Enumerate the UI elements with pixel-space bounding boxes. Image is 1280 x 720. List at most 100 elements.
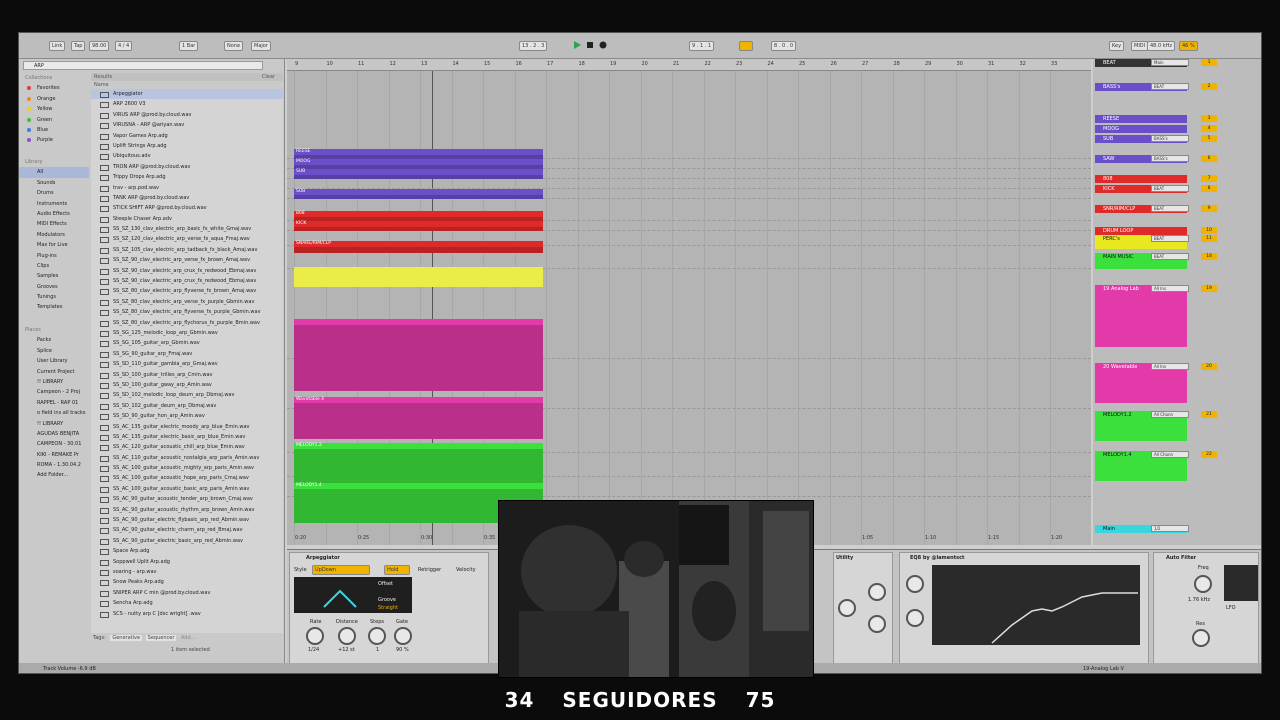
track-number[interactable]: 8 — [1201, 185, 1217, 192]
library-item[interactable]: Max for Live — [19, 240, 89, 250]
result-item[interactable]: Vapor Games Arp.adg — [91, 131, 283, 141]
width-knob[interactable] — [838, 599, 856, 617]
balance-knob[interactable] — [868, 615, 886, 633]
arrangement-clip[interactable]: Wavetable 4 — [294, 397, 543, 439]
result-item[interactable]: SS_SZ_80_clav_electric_arp_flyverse_fx_b… — [91, 286, 283, 296]
result-item[interactable]: Space Arp.adg — [91, 546, 283, 556]
rate-knob[interactable] — [306, 627, 324, 645]
track-number[interactable]: 18 — [1201, 253, 1217, 260]
track-io-select[interactable]: BASS's — [1151, 155, 1189, 162]
arrangement-clip[interactable]: MELODY1.2 — [294, 443, 543, 483]
tap-button[interactable]: Tap — [71, 41, 86, 51]
library-item[interactable]: Drums — [19, 188, 89, 198]
status-selected-track[interactable]: 19-Analog Lab V — [1083, 663, 1124, 673]
library-item[interactable]: Tunings — [19, 292, 89, 302]
track-number[interactable]: 11 — [1201, 235, 1217, 242]
track-number[interactable]: 2 — [1201, 83, 1217, 90]
key-select[interactable]: None — [224, 41, 244, 51]
arrangement-clip[interactable]: MOOG — [294, 159, 543, 169]
link-button[interactable]: Link — [49, 41, 66, 51]
arrangement-clip[interactable]: SUB — [294, 169, 543, 179]
library-item[interactable]: Samples — [19, 271, 89, 281]
arrangement-clip[interactable]: SUB — [294, 189, 543, 199]
track-io-select[interactable]: Main — [1151, 59, 1189, 66]
beat-ruler[interactable]: 9 10 11 12 13 14 15 16 17 18 19 20 21 22 23 24 25 26 27 28 2… — [287, 59, 1091, 71]
track-number[interactable]: 9 — [1201, 205, 1217, 212]
scale-select[interactable]: Major — [251, 41, 271, 51]
collection-item[interactable]: Orange — [19, 94, 89, 104]
track-header-drum-loop[interactable]: DRUM LOOP — [1095, 227, 1187, 235]
result-item[interactable]: VIRUSNA - ARP @ariyan.wav — [91, 120, 283, 130]
library-item[interactable]: Templates — [19, 302, 89, 312]
result-item[interactable]: SS_SG_125_melodic_loop_arp_Gbmin.wav — [91, 328, 283, 338]
track-io-select[interactable]: BEAT — [1151, 185, 1189, 192]
result-item[interactable]: SS_SG_90_guitar_arp_Fmaj.wav — [91, 349, 283, 359]
result-item[interactable]: soaring - arp.wav — [91, 567, 283, 577]
track-io-select[interactable]: BEAT — [1151, 253, 1189, 260]
places-item[interactable]: KIKI - REMAKE Pr — [19, 450, 89, 460]
clear-button[interactable]: Clear — [262, 73, 275, 81]
result-item[interactable]: SS_SG_105_guitar_arp_Gbmin.wav — [91, 338, 283, 348]
track-io-select[interactable]: BEAT — [1151, 83, 1189, 90]
collection-item[interactable]: Yellow — [19, 104, 89, 114]
result-item[interactable]: ARP 2600 V3 — [91, 99, 283, 109]
track-io-select[interactable]: All Chann — [1151, 411, 1189, 418]
song-position[interactable]: 13 . 2 . 3 — [519, 41, 548, 51]
collection-item[interactable]: Purple — [19, 135, 89, 145]
result-item[interactable]: TANK ARP @prod.by.cloud.wav — [91, 193, 283, 203]
result-item[interactable]: Sencha Arp.adg — [91, 598, 283, 608]
places-item[interactable]: Packs — [19, 335, 89, 345]
result-item[interactable]: SS_SZ_80_clav_electric_arp_verse_fx_purp… — [91, 297, 283, 307]
eq-gain-knob[interactable] — [906, 609, 924, 627]
result-item[interactable]: SS_AC_100_guitar_acoustic_hope_arp_paris… — [91, 473, 283, 483]
result-item[interactable]: SS_SZ_120_clav_electric_arp_verse_fx_aqu… — [91, 234, 283, 244]
result-item[interactable]: SS_AC_110_guitar_acoustic_nostalgia_arp_… — [91, 453, 283, 463]
result-item[interactable]: Ubiquitous.adv — [91, 151, 283, 161]
gain-knob[interactable] — [868, 583, 886, 601]
library-item[interactable]: Instruments — [19, 199, 89, 209]
places-item[interactable]: ROMA - 1.30.04.2 — [19, 460, 89, 470]
result-item[interactable]: STICK SHIFT ARP @prod.by.cloud.wav — [91, 203, 283, 213]
steps-knob[interactable] — [368, 627, 386, 645]
result-item[interactable]: SS_SD_102_melodic_loop_deum_arp_Dbmaj.wa… — [91, 390, 283, 400]
loop-length[interactable]: 8 . 0 . 0 — [771, 41, 797, 51]
library-item[interactable]: All — [19, 167, 89, 178]
library-item[interactable]: Modulators — [19, 230, 89, 240]
collection-item[interactable]: Green — [19, 115, 89, 125]
track-io-select[interactable]: All Ins — [1151, 363, 1189, 370]
result-item[interactable]: SS_AC_90_guitar_electric_charm_arp_red_B… — [91, 525, 283, 535]
places-item[interactable]: Campeon - 2 Proj — [19, 387, 89, 397]
track-number[interactable]: 10 — [1201, 227, 1217, 234]
result-item[interactable]: SS_AC_100_guitar_acoustic_mighty_arp_par… — [91, 463, 283, 473]
result-item[interactable]: trav - arp.pod.wav — [91, 183, 283, 193]
track-number[interactable]: 4 — [1201, 125, 1217, 132]
result-item[interactable]: SS_SZ_105_clav_electric_arp_tadback_fx_b… — [91, 245, 283, 255]
tag-add-button[interactable]: Add... — [181, 635, 195, 641]
gate-knob[interactable] — [394, 627, 412, 645]
library-item[interactable]: MIDI Effects — [19, 219, 89, 229]
result-item[interactable]: SS_SZ_90_clav_electric_arp_crux_fx_redwo… — [91, 266, 283, 276]
library-item[interactable]: Audio Effects — [19, 209, 89, 219]
library-item[interactable]: Clips — [19, 261, 89, 271]
result-item[interactable]: TRON ARP @prod.by.cloud.wav — [91, 162, 283, 172]
result-item[interactable]: SS_SD_100_guitar_gway_arp_Amin.wav — [91, 380, 283, 390]
key-map-button[interactable]: Key — [1109, 41, 1125, 51]
result-item[interactable]: SS_AC_90_guitar_electric_basic_arp_red_A… — [91, 536, 283, 546]
track-io-select[interactable]: BEAT — [1151, 205, 1189, 212]
name-column-header[interactable]: Name — [91, 81, 283, 89]
groove-value[interactable]: Straight — [378, 605, 398, 611]
places-item[interactable]: Current Project — [19, 367, 89, 377]
result-item[interactable]: SCS - nutty arp C [dsc wright] .wav — [91, 609, 283, 619]
metronome-quantize[interactable]: 1 Bar — [179, 41, 199, 51]
result-item[interactable]: SS_SD_102_guitar_deum_arp_Dbmaj.wav — [91, 401, 283, 411]
style-select[interactable]: UpDown — [312, 565, 370, 575]
places-item[interactable]: Add Folder... — [19, 470, 89, 480]
result-item[interactable]: SS_SZ_80_clav_electric_arp_flychorus_fx_… — [91, 318, 283, 328]
eq-curve-display[interactable] — [932, 565, 1140, 645]
loop-icon[interactable] — [739, 41, 753, 51]
library-item[interactable]: Plug-ins — [19, 251, 89, 261]
places-item[interactable]: !! LIBRARY — [19, 377, 89, 387]
places-item[interactable]: o field ins all tracks — [19, 408, 89, 418]
track-number[interactable]: 3 — [1201, 115, 1217, 122]
result-item[interactable]: SS_SZ_90_clav_electric_arp_verse_fx_brow… — [91, 255, 283, 265]
